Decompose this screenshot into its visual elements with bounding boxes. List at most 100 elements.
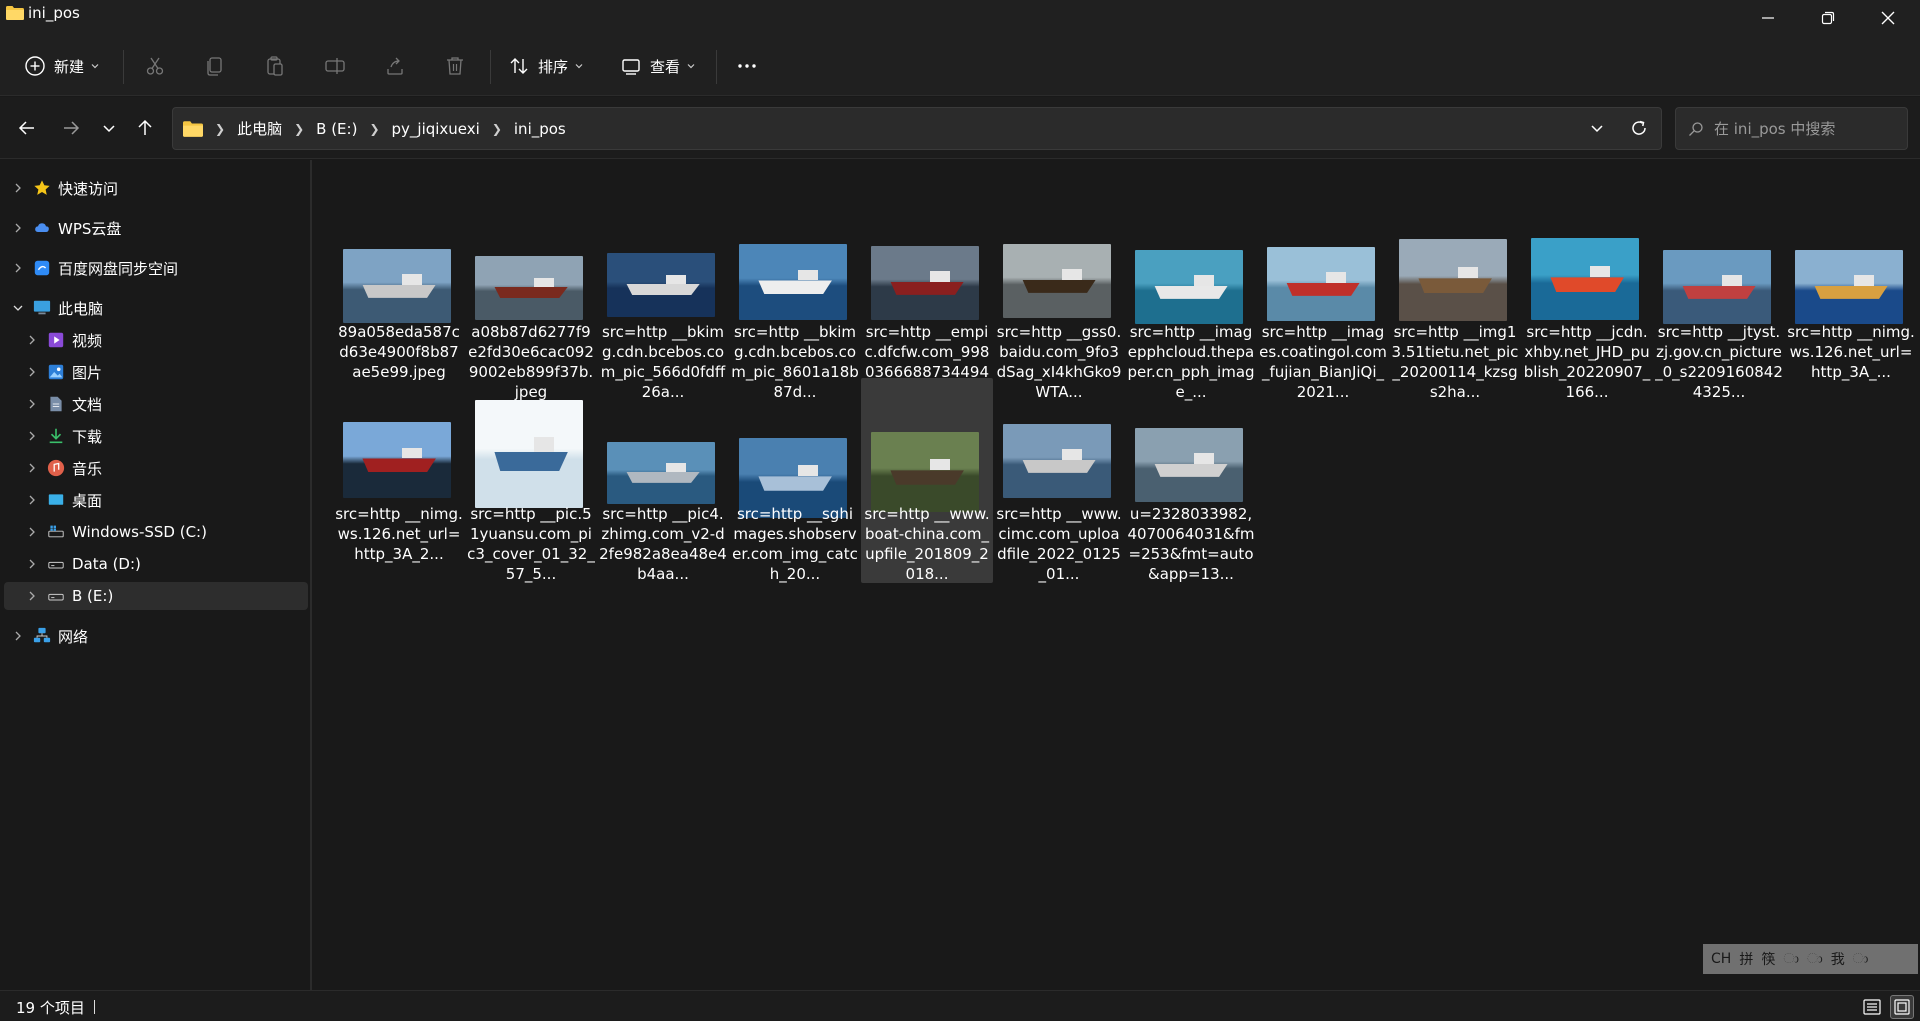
- file-name: src=http __www.boat-china.com_upfile_201…: [864, 505, 990, 583]
- file-item[interactable]: src=http __jtyst.zj.gov.cn_picture_0_s22…: [1653, 196, 1785, 401]
- file-item[interactable]: src=http __www.boat-china.com_upfile_201…: [861, 378, 993, 583]
- rename-button[interactable]: [324, 47, 346, 85]
- file-item[interactable]: src=http __nimg.ws.126.net_url=http_3A_2…: [333, 378, 465, 583]
- video-icon: [46, 330, 66, 350]
- ime-item[interactable]: ා: [1807, 951, 1823, 967]
- chevron-down-icon[interactable]: [12, 302, 24, 314]
- sidebar-item-视频[interactable]: 视频: [4, 326, 308, 354]
- search-input[interactable]: [1714, 119, 1884, 138]
- file-item[interactable]: src=http __gss0.baidu.com_9fo3dSag_xI4kh…: [993, 196, 1125, 401]
- delete-button[interactable]: [444, 47, 466, 85]
- sidebar-item-wps云盘[interactable]: WPS云盘: [4, 214, 308, 242]
- chevron-right-icon[interactable]: [26, 430, 38, 442]
- ime-item[interactable]: 拼: [1739, 949, 1753, 969]
- copy-button[interactable]: [204, 47, 226, 85]
- share-icon: [387, 57, 403, 75]
- file-item[interactable]: src=http __imagepphcloud.thepaper.cn_pph…: [1125, 196, 1257, 401]
- ime-item[interactable]: 筷: [1761, 949, 1775, 969]
- breadcrumb-ini-pos[interactable]: ini_pos: [508, 120, 572, 138]
- sidebar-item-百度网盘同步空间[interactable]: 百度网盘同步空间: [4, 254, 308, 282]
- view-button[interactable]: 查看: [620, 47, 696, 85]
- file-item[interactable]: src=http __bkimg.cdn.bcebos.com_pic_8601…: [729, 196, 861, 401]
- paste-button[interactable]: [264, 47, 286, 85]
- file-item[interactable]: src=http __pic.51yuansu.com_pic3_cover_0…: [465, 378, 597, 583]
- file-item[interactable]: src=http __bkimg.cdn.bcebos.com_pic_566d…: [597, 196, 729, 401]
- forward-button[interactable]: [56, 113, 86, 143]
- ship-cabin-shape: [666, 463, 686, 472]
- rename-icon: [325, 58, 345, 74]
- large-icons-view-button[interactable]: [1890, 995, 1914, 1019]
- new-button[interactable]: 新建: [24, 47, 100, 85]
- file-item[interactable]: src=http __img13.51tietu.net_pic_2020011…: [1389, 196, 1521, 401]
- file-name: src=http __nimg.ws.126.net_url=http_3A_2…: [335, 505, 463, 563]
- sidebar-item-下载[interactable]: 下载: [4, 422, 308, 450]
- sidebar-item-文档[interactable]: 文档: [4, 390, 308, 418]
- back-button[interactable]: [12, 113, 42, 143]
- sidebar-item-data-d[interactable]: Data (D:): [4, 550, 308, 578]
- file-item[interactable]: src=http __empic.dfcfw.com_9980366688734…: [861, 196, 993, 401]
- delete-icon: [447, 57, 463, 75]
- breadcrumb-drive-e[interactable]: B (E:): [310, 120, 363, 138]
- ime-item[interactable]: ා: [1783, 951, 1799, 967]
- file-item[interactable]: src=http __www.cimc.com_uploadfile_2022_…: [993, 378, 1125, 583]
- chevron-right-icon[interactable]: [26, 462, 38, 474]
- sidebar-item-图片[interactable]: 图片: [4, 358, 308, 386]
- image-thumbnail: [1795, 250, 1903, 324]
- chevron-right-icon[interactable]: [26, 590, 38, 602]
- sidebar-item-windows-ssd-c[interactable]: Windows-SSD (C:): [4, 518, 308, 546]
- ime-item[interactable]: ා: [1853, 951, 1869, 967]
- file-item[interactable]: src=http __pic4.zhimg.com_v2-d2fe982a8ea…: [597, 378, 729, 583]
- file-item[interactable]: src=http __nimg.ws.126.net_url=http_3A_.…: [1785, 196, 1917, 401]
- image-thumbnail: [1267, 247, 1375, 321]
- sidebar-item-此电脑[interactable]: 此电脑: [4, 294, 308, 322]
- breadcrumb-py-jiqixuexi[interactable]: py_jiqixuexi: [386, 120, 486, 138]
- cut-button[interactable]: [144, 47, 166, 85]
- address-bar[interactable]: ❯ 此电脑 ❯ B (E:) ❯ py_jiqixuexi ❯ ini_pos: [172, 107, 1662, 150]
- address-dropdown-icon[interactable]: [1587, 118, 1607, 138]
- chevron-right-icon[interactable]: [26, 494, 38, 506]
- sidebar-item-b-e[interactable]: B (E:): [4, 582, 308, 610]
- details-view-icon: [1863, 999, 1881, 1015]
- restore-button[interactable]: [1798, 0, 1858, 36]
- file-item[interactable]: u=2328033982,4070064031&fm=253&fmt=auto&…: [1125, 378, 1257, 583]
- share-button[interactable]: [384, 47, 406, 85]
- recent-locations-button[interactable]: [94, 113, 124, 143]
- details-view-button[interactable]: [1860, 995, 1884, 1019]
- up-button[interactable]: [130, 113, 160, 143]
- chevron-right-icon[interactable]: [12, 262, 24, 274]
- file-item[interactable]: src=http __images.coatingol.com_fujian_B…: [1257, 196, 1389, 401]
- sidebar-item-label: 视频: [72, 331, 103, 350]
- chevron-right-icon[interactable]: [12, 630, 24, 642]
- file-item[interactable]: src=http __sghimages.shobserver.com_img_…: [729, 378, 861, 583]
- drive-icon: [46, 586, 66, 606]
- sort-button[interactable]: 排序: [508, 47, 584, 85]
- chevron-right-icon[interactable]: [26, 398, 38, 410]
- search-box[interactable]: [1675, 107, 1908, 150]
- refresh-icon[interactable]: [1629, 118, 1649, 138]
- sidebar-item-音乐[interactable]: 音乐: [4, 454, 308, 482]
- chevron-right-icon[interactable]: [26, 334, 38, 346]
- chevron-right-icon[interactable]: [26, 526, 38, 538]
- ship-cabin-shape: [402, 274, 422, 285]
- file-item[interactable]: 89a058eda587cd63e4900f8b87ae5e99.jpeg: [333, 196, 465, 401]
- ship-cabin-shape: [1194, 453, 1214, 464]
- chevron-right-icon[interactable]: [12, 222, 24, 234]
- ime-toolbar[interactable]: CH 拼筷ාා 我ා: [1703, 944, 1918, 974]
- sidebar-item-快速访问[interactable]: 快速访问: [4, 174, 308, 202]
- ime-item[interactable]: CH: [1711, 951, 1731, 967]
- sidebar-item-网络[interactable]: 网络: [4, 622, 308, 650]
- close-button[interactable]: [1858, 0, 1918, 36]
- ime-item[interactable]: 我: [1831, 949, 1845, 969]
- file-item[interactable]: src=http __jcdn.xhby.net_JHD_publish_202…: [1521, 196, 1653, 401]
- chevron-right-icon[interactable]: [26, 366, 38, 378]
- more-options-button[interactable]: [736, 47, 758, 85]
- minimize-button[interactable]: [1738, 0, 1798, 36]
- breadcrumb-this-pc[interactable]: 此电脑: [231, 118, 288, 139]
- chevron-right-icon[interactable]: [12, 182, 24, 194]
- chevron-right-icon[interactable]: [26, 558, 38, 570]
- window-title: ini_pos: [28, 4, 80, 22]
- ship-shape: [1286, 282, 1360, 296]
- ship-cabin-shape: [534, 277, 554, 287]
- file-item[interactable]: a08b87d6277f9e2fd30e6cac0929002eb899f37b…: [465, 196, 597, 401]
- sidebar-item-桌面[interactable]: 桌面: [4, 486, 308, 514]
